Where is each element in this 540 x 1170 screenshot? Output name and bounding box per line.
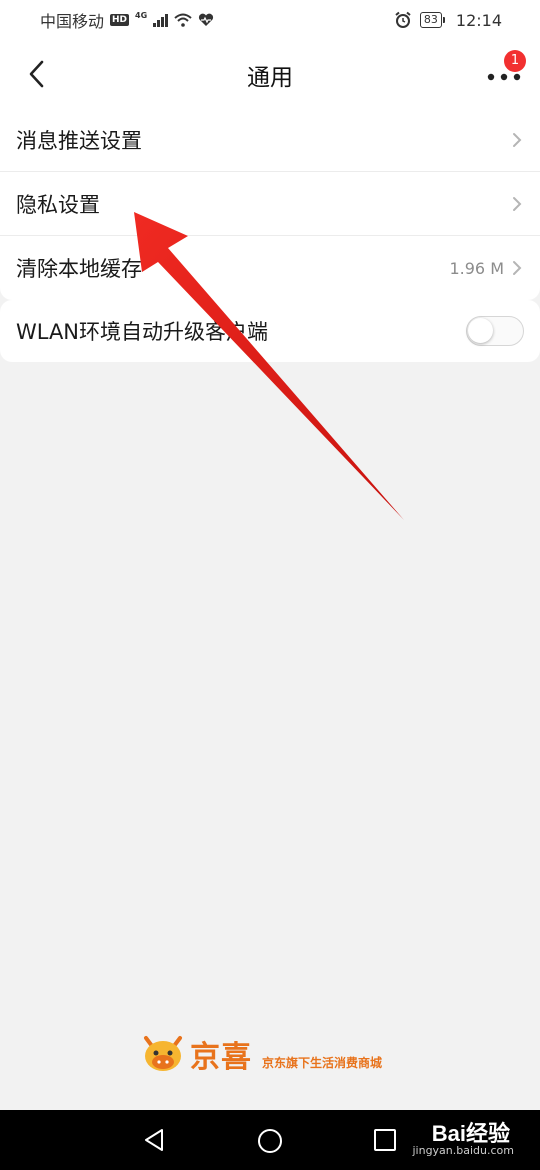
settings-page: 中国移动 HD 4G 83 12:14 通用 1 消息推送设置 隐私设置 清除本… xyxy=(0,0,540,1170)
status-right: 83 12:14 xyxy=(394,11,502,30)
network-type: 4G xyxy=(135,10,148,20)
row-push-settings[interactable]: 消息推送设置 xyxy=(0,108,540,172)
cache-size: 1.96 M xyxy=(449,258,504,278)
baidu-watermark-url: jingyan.baidu.com xyxy=(412,1144,514,1157)
nav-recents-square-icon[interactable] xyxy=(373,1128,397,1152)
wlan-settings-group: WLAN环境自动升级客户端 xyxy=(0,300,540,362)
alarm-icon xyxy=(395,11,411,28)
page-title: 通用 xyxy=(247,65,293,91)
brand-footer: 京喜 京东旗下生活消费商城 xyxy=(140,1030,410,1078)
nav-bar: 通用 1 xyxy=(0,40,540,108)
status-left: 中国移动 HD 4G xyxy=(40,8,214,32)
row-privacy-settings[interactable]: 隐私设置 xyxy=(0,172,540,236)
wlan-auto-upgrade-toggle[interactable] xyxy=(466,316,524,346)
notification-badge: 1 xyxy=(504,50,526,72)
brand-slogan: 京东旗下生活消费商城 xyxy=(262,1055,383,1070)
row-right xyxy=(510,195,524,213)
chevron-right-icon xyxy=(513,132,522,147)
jingxi-logo-icon xyxy=(144,1036,182,1071)
chevron-right-icon xyxy=(513,196,522,211)
toggle-knob xyxy=(468,318,493,343)
row-right xyxy=(510,131,524,149)
row-label: 隐私设置 xyxy=(16,192,100,217)
chevron-right-icon xyxy=(513,261,522,275)
carrier-name: 中国移动 xyxy=(40,12,105,31)
hd-icon: HD xyxy=(110,14,130,26)
system-nav-bar: Bai经验 jingyan.baidu.com xyxy=(0,1110,540,1170)
battery-icon: 83 xyxy=(419,12,445,28)
row-label: WLAN环境自动升级客户端 xyxy=(16,320,269,344)
nav-back-triangle-icon[interactable] xyxy=(142,1128,166,1152)
row-wlan-auto-upgrade: WLAN环境自动升级客户端 xyxy=(0,300,540,362)
nav-home-circle-icon[interactable] xyxy=(257,1128,283,1154)
row-right: 1.96 M xyxy=(449,259,524,278)
status-bar: 中国移动 HD 4G 83 12:14 xyxy=(0,0,540,40)
row-label: 清除本地缓存 xyxy=(16,257,142,281)
wifi-icon xyxy=(174,13,192,27)
heart-rate-icon xyxy=(199,13,214,26)
signal-icon xyxy=(153,13,169,27)
row-right xyxy=(466,316,524,346)
clock: 12:14 xyxy=(455,10,502,30)
row-label: 消息推送设置 xyxy=(16,128,142,153)
row-clear-cache[interactable]: 清除本地缓存 1.96 M xyxy=(0,236,540,300)
brand-name: 京喜 xyxy=(190,1040,252,1075)
settings-list: 消息推送设置 隐私设置 清除本地缓存 1.96 M xyxy=(0,108,540,300)
